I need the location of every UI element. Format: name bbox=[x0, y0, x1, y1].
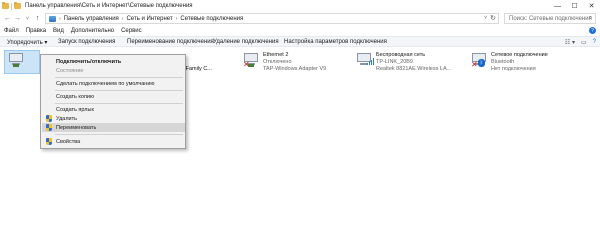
menu-item-label: Состояние bbox=[56, 67, 84, 74]
menu-item-label: Свойства bbox=[56, 138, 81, 145]
menu-bar: Файл Правка Вид Дополнительно Сервис ? bbox=[0, 26, 600, 36]
chevron-right-icon[interactable]: › bbox=[122, 16, 124, 22]
bluetooth-adapter-icon: ✕ ᛒ bbox=[471, 52, 487, 69]
bluetooth-icon: ᛒ bbox=[478, 59, 485, 67]
search-input[interactable]: Поиск: Сетевые подключения ⌕ bbox=[504, 13, 596, 24]
navigation-buttons: ← → ˅ ↑ bbox=[0, 15, 42, 22]
window-title: Панель управления\Сеть и Интернет\Сетевы… bbox=[25, 3, 193, 9]
menu-item-label: Подключить/отключить bbox=[56, 58, 122, 65]
search-icon[interactable]: ⌕ bbox=[589, 15, 592, 22]
menu-item-properties[interactable]: Свойства bbox=[42, 137, 185, 146]
network-adapter-icon bbox=[8, 52, 24, 68]
connection-status: Bluetooth bbox=[491, 59, 515, 65]
recent-dropdown-icon[interactable]: ˅ bbox=[23, 16, 32, 22]
menu-advanced[interactable]: Дополнительно bbox=[71, 28, 114, 34]
menu-item-create-copy[interactable]: Создать копию bbox=[42, 92, 185, 101]
start-connection-button[interactable]: Запуск подключения bbox=[58, 39, 115, 45]
menu-separator bbox=[55, 103, 183, 104]
menu-tools[interactable]: Сервис bbox=[121, 28, 142, 34]
chevron-right-icon[interactable]: › bbox=[59, 16, 61, 22]
address-bar[interactable]: › Панель управления › Сеть и Интернет › … bbox=[45, 13, 499, 24]
connection-device: Нет подключения bbox=[491, 66, 536, 72]
breadcrumb-network-connections[interactable]: Сетевые подключения bbox=[180, 16, 243, 22]
menu-separator bbox=[55, 77, 183, 78]
connection-item-ethernet-2[interactable]: ✕ Ethernet 2 Отключено TAP-Windows Adapt… bbox=[243, 51, 343, 77]
command-bar: Упорядочить ▾ Запуск подключения Переиме… bbox=[0, 36, 600, 47]
menu-file[interactable]: Файл bbox=[4, 28, 19, 34]
connection-status: Отключено bbox=[263, 59, 292, 65]
connection-name: Ethernet 2 bbox=[263, 52, 289, 58]
breadcrumb-network-internet[interactable]: Сеть и Интернет bbox=[126, 16, 172, 22]
menu-separator bbox=[55, 134, 183, 135]
organize-button[interactable]: Упорядочить ▾ bbox=[7, 39, 47, 46]
network-adapter-icon: ✕ bbox=[243, 52, 259, 69]
uac-shield-icon bbox=[46, 115, 52, 122]
minimize-button[interactable]: — bbox=[549, 0, 566, 12]
breadcrumb-control-panel[interactable]: Панель управления bbox=[64, 16, 119, 22]
menu-separator bbox=[55, 90, 183, 91]
help-icon[interactable]: ? bbox=[589, 27, 596, 34]
connection-name: Сетевое подключение bbox=[491, 52, 548, 58]
folder-icon[interactable] bbox=[14, 2, 21, 9]
connection-device: Realtek 8821AE Wireless LA... bbox=[376, 66, 452, 72]
chevron-down-icon[interactable]: ˅ bbox=[484, 15, 487, 21]
disconnected-icon: ✕ bbox=[471, 60, 478, 69]
forward-arrow-icon[interactable]: → bbox=[13, 15, 22, 22]
window-controls: — ☐ ✕ bbox=[549, 0, 600, 12]
view-controls: ☷ ▾ ▭ ? bbox=[565, 39, 596, 46]
menu-item-set-default[interactable]: Сделать подключением по умолчанию bbox=[42, 79, 185, 88]
search-placeholder: Поиск: Сетевые подключения bbox=[509, 15, 592, 22]
rename-connection-button[interactable]: Переименование подключения bbox=[127, 39, 214, 45]
menu-item-label: Создать ярлык bbox=[56, 106, 94, 113]
connection-item-wireless[interactable]: Беспроводная сеть TP-LINK_20B9 Realtek 8… bbox=[356, 51, 466, 77]
menu-item-label: Создать копию bbox=[56, 93, 95, 100]
folder-icon bbox=[2, 2, 9, 9]
close-button[interactable]: ✕ bbox=[583, 0, 600, 12]
view-options-icon[interactable]: ☷ ▾ bbox=[565, 39, 575, 46]
delete-connection-button[interactable]: Удаление подключения bbox=[213, 39, 279, 45]
disconnected-icon: ✕ bbox=[243, 60, 250, 69]
chevron-right-icon[interactable]: › bbox=[176, 16, 178, 22]
menu-item-label: Удалить bbox=[56, 115, 77, 122]
back-arrow-icon[interactable]: ← bbox=[3, 15, 12, 22]
help-icon[interactable]: ? bbox=[593, 39, 596, 46]
quick-access-toolbar bbox=[0, 2, 21, 10]
menu-item-connect-disconnect[interactable]: Подключить/отключить bbox=[42, 57, 185, 66]
preview-pane-icon[interactable]: ▭ bbox=[581, 39, 587, 46]
menu-item-label: Сделать подключением по умолчанию bbox=[56, 80, 155, 87]
control-panel-icon bbox=[49, 15, 56, 22]
menu-edit[interactable]: Правка bbox=[26, 28, 46, 34]
address-bar-row: ← → ˅ ↑ › Панель управления › Сеть и Инт… bbox=[0, 12, 600, 25]
wireless-adapter-icon bbox=[356, 52, 374, 68]
connection-settings-button[interactable]: Настройка параметров подключения bbox=[284, 39, 387, 45]
connection-item-bluetooth[interactable]: ✕ ᛒ Сетевое подключение Bluetooth Нет по… bbox=[471, 51, 581, 77]
title-bar: Панель управления\Сеть и Интернет\Сетевы… bbox=[0, 0, 600, 12]
context-menu: Подключить/отключить Состояние Сделать п… bbox=[40, 54, 186, 149]
menu-item-delete[interactable]: Удалить bbox=[42, 114, 185, 123]
maximize-button[interactable]: ☐ bbox=[566, 0, 583, 12]
refresh-icon[interactable]: ↻ bbox=[490, 14, 496, 22]
menu-item-status: Состояние bbox=[42, 66, 185, 75]
connection-device: TAP-Windows Adapter V9 bbox=[263, 66, 327, 72]
connection-name: Беспроводная сеть bbox=[376, 52, 426, 58]
connection-status: TP-LINK_20B9 bbox=[376, 59, 413, 65]
up-arrow-icon[interactable]: ↑ bbox=[33, 15, 42, 22]
uac-shield-icon bbox=[46, 124, 52, 131]
menu-item-label: Переименовать bbox=[56, 124, 97, 131]
divider bbox=[11, 2, 12, 10]
uac-shield-icon bbox=[46, 138, 52, 145]
menu-view[interactable]: Вид bbox=[53, 28, 64, 34]
menu-item-rename[interactable]: Переименовать bbox=[42, 123, 185, 132]
menu-item-create-shortcut[interactable]: Создать ярлык bbox=[42, 105, 185, 114]
